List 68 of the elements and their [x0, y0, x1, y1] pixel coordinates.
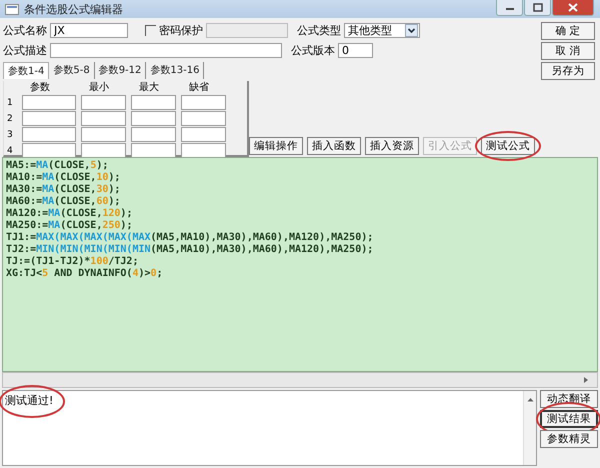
param-field[interactable] — [22, 127, 76, 142]
param-field[interactable] — [81, 143, 126, 158]
maximize-icon — [532, 3, 542, 12]
result-button[interactable]: 参数精灵 — [540, 430, 598, 448]
action-button[interactable]: 编辑操作 — [249, 137, 303, 155]
close-icon — [568, 3, 578, 12]
checkbox-label: 密码保护 — [159, 22, 203, 38]
column-header: 缺省 — [188, 82, 210, 94]
version-field[interactable]: 0 — [338, 42, 373, 58]
field-label: 公式类型 — [297, 22, 341, 38]
param-field[interactable] — [181, 95, 226, 110]
code-line: TJ:=(TJ1-TJ2)*100/TJ2; — [6, 256, 140, 268]
param-field[interactable] — [131, 143, 176, 158]
code-line: MA30:=MA(CLOSE,30); — [6, 184, 122, 196]
param-field[interactable] — [181, 111, 226, 126]
action-button[interactable]: 插入函数 — [307, 137, 361, 155]
param-field[interactable] — [22, 143, 76, 158]
param-field[interactable] — [181, 143, 226, 158]
code-line: MA250:=MA(CLOSE,250); — [6, 220, 134, 232]
code-line: MA120:=MA(CLOSE,120); — [6, 208, 134, 220]
code-line: XG:TJ<5 AND DYNAINFO(4)>0; — [6, 268, 164, 280]
param-field[interactable] — [131, 111, 176, 126]
horizontal-scrollbar[interactable] — [2, 372, 598, 388]
param-field[interactable] — [22, 111, 76, 126]
column-header: 最大 — [138, 82, 160, 94]
param-field[interactable] — [81, 111, 126, 126]
column-header: 参数 — [29, 82, 51, 94]
code-line: TJ1:=MAX(MAX(MAX(MAX(MAX(MA5,MA10),MA30),MA60),MA120),MA250); — [6, 232, 374, 244]
row-number: 3 — [7, 130, 14, 140]
param-field[interactable] — [81, 95, 126, 110]
row-number: 2 — [7, 114, 14, 124]
description-field[interactable] — [50, 42, 282, 58]
action-button[interactable]: 测试公式 — [481, 137, 535, 155]
type-dropdown[interactable]: 其他类型 — [344, 22, 420, 38]
dialog-button[interactable]: 确 定 — [541, 22, 595, 40]
field-label: 公式名称 — [3, 22, 47, 38]
param-tab[interactable]: 参数5-8 — [49, 62, 95, 79]
code-line: MA5:=MA(CLOSE,5); — [6, 160, 110, 172]
window-icon — [5, 4, 19, 14]
param-field[interactable] — [22, 95, 76, 110]
result-button[interactable]: 测试结果 — [540, 410, 598, 428]
close-button[interactable] — [552, 0, 594, 16]
action-button[interactable]: 插入资源 — [365, 137, 419, 155]
result-message: 测试通过! — [3, 391, 56, 410]
param-field[interactable] — [131, 127, 176, 142]
column-header: 最小 — [88, 82, 110, 94]
code-line: MA60:=MA(CLOSE,60); — [6, 196, 122, 208]
window-title: 条件选股公式编辑器 — [24, 2, 123, 16]
param-field[interactable] — [81, 127, 126, 142]
row-number: 4 — [7, 146, 14, 156]
maximize-button[interactable] — [524, 0, 551, 16]
scroll-right-icon — [583, 376, 589, 384]
param-tab[interactable]: 参数13-16 — [146, 62, 204, 79]
dialog-button[interactable]: 另存为 — [541, 62, 595, 80]
row-number: 1 — [7, 98, 14, 108]
param-field[interactable] — [181, 127, 226, 142]
code-line: TJ2:=MIN(MIN(MIN(MIN(MIN(MA5,MA10),MA30),MA60),MA120),MA250); — [6, 244, 374, 256]
param-tab[interactable]: 参数1-4 — [3, 62, 50, 79]
field-label: 公式版本 — [291, 42, 335, 58]
scroll-up-icon — [526, 397, 534, 402]
minimize-button[interactable] — [496, 0, 523, 16]
field-label: 公式描述 — [3, 42, 47, 58]
param-tab[interactable]: 参数9-12 — [94, 62, 146, 79]
code-line: MA10:=MA(CLOSE,10); — [6, 172, 122, 184]
param-field[interactable] — [131, 95, 176, 110]
vertical-scrollbar[interactable] — [523, 391, 536, 465]
dialog-button[interactable]: 取 消 — [541, 42, 595, 60]
code-editor[interactable] — [2, 157, 598, 372]
